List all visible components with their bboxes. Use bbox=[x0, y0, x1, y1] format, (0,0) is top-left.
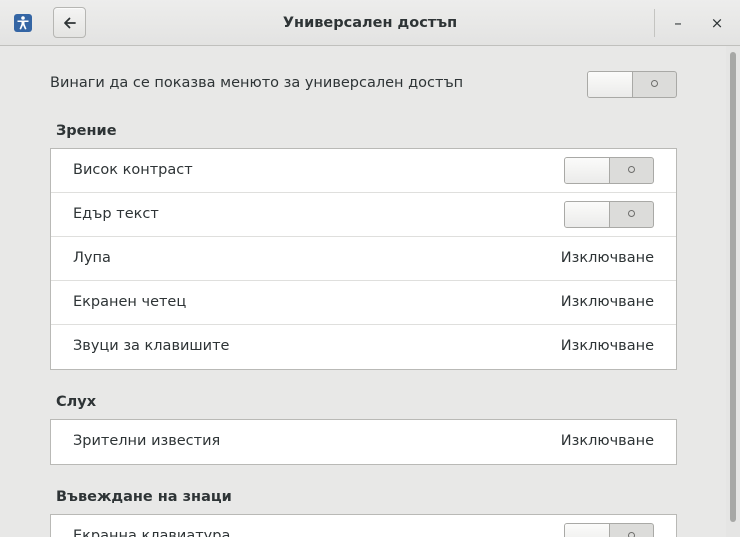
sound-keys-label: Звуци за клавишите bbox=[73, 338, 230, 354]
screen-keyboard-switch[interactable] bbox=[564, 523, 654, 537]
switch-knob bbox=[565, 202, 610, 227]
screen-reader-row[interactable]: Екранен четец Изключване bbox=[51, 281, 676, 325]
close-button[interactable]: × bbox=[704, 10, 730, 36]
large-text-label: Едър текст bbox=[73, 206, 159, 222]
hearing-heading: Слух bbox=[56, 394, 97, 410]
back-button[interactable] bbox=[53, 7, 86, 38]
switch-knob bbox=[565, 524, 610, 537]
settings-content: Винаги да се показва менюто за универсал… bbox=[0, 46, 726, 537]
always-show-label: Винаги да се показва менюто за универсал… bbox=[50, 75, 464, 91]
arrow-left-icon bbox=[64, 17, 76, 29]
typing-heading: Въвеждане на знаци bbox=[56, 489, 232, 505]
high-contrast-label: Висок контраст bbox=[73, 162, 193, 178]
sound-keys-status: Изключване bbox=[560, 338, 654, 354]
zoom-row[interactable]: Лупа Изключване bbox=[51, 237, 676, 281]
screen-keyboard-label: Екранна клавиатура bbox=[73, 528, 231, 537]
always-show-switch[interactable] bbox=[587, 71, 677, 98]
sound-keys-row[interactable]: Звуци за клавишите Изключване bbox=[51, 325, 676, 369]
screen-keyboard-row[interactable]: Екранна клавиатура bbox=[51, 515, 676, 537]
typing-list: Екранна клавиатура bbox=[50, 514, 677, 537]
seeing-heading: Зрение bbox=[56, 123, 117, 139]
scrollbar-thumb[interactable] bbox=[730, 52, 736, 522]
screen-reader-status: Изключване bbox=[560, 294, 654, 310]
hearing-list: Зрителни известия Изключване bbox=[50, 419, 677, 465]
high-contrast-switch[interactable] bbox=[564, 157, 654, 184]
visual-alerts-status: Изключване bbox=[560, 433, 654, 449]
accessibility-icon bbox=[14, 14, 32, 32]
switch-off-icon bbox=[628, 166, 635, 173]
window-title: Универсален достъп bbox=[282, 15, 458, 31]
seeing-list: Висок контраст Едър текст Лупа Изключван… bbox=[50, 148, 677, 370]
large-text-row[interactable]: Едър текст bbox=[51, 193, 676, 237]
visual-alerts-label: Зрителни известия bbox=[73, 433, 221, 449]
titlebar-separator bbox=[654, 9, 655, 37]
screen-reader-label: Екранен четец bbox=[73, 294, 187, 310]
vertical-scrollbar[interactable] bbox=[726, 46, 740, 537]
switch-knob bbox=[565, 158, 610, 183]
high-contrast-row[interactable]: Висок контраст bbox=[51, 149, 676, 193]
zoom-status: Изключване bbox=[560, 250, 654, 266]
switch-knob bbox=[588, 72, 633, 97]
switch-off-icon bbox=[628, 210, 635, 217]
visual-alerts-row[interactable]: Зрителни известия Изключване bbox=[51, 420, 676, 464]
close-icon: × bbox=[710, 14, 724, 32]
large-text-switch[interactable] bbox=[564, 201, 654, 228]
zoom-label: Лупа bbox=[73, 250, 111, 266]
minimize-button[interactable]: – bbox=[665, 10, 691, 36]
switch-off-icon bbox=[628, 532, 635, 537]
switch-off-icon bbox=[651, 80, 658, 87]
title-bar: Универсален достъп – × bbox=[0, 0, 740, 46]
minimize-icon: – bbox=[674, 14, 682, 32]
